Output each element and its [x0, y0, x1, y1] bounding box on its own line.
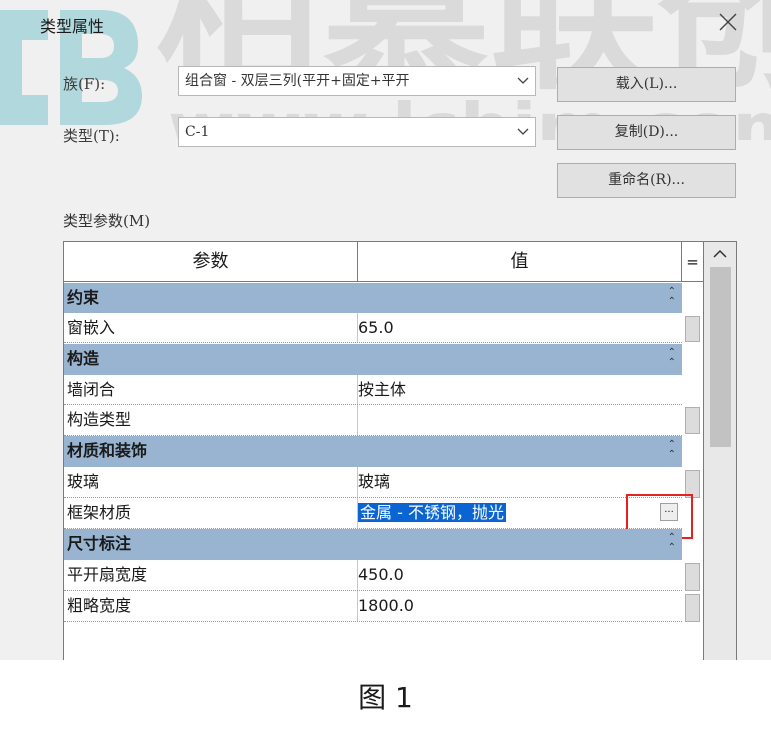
- load-button[interactable]: 载入(L)...: [557, 67, 736, 102]
- parameter-row[interactable]: 窗嵌入 65.0: [64, 313, 700, 343]
- type-parameters-label: 类型参数(M): [63, 212, 151, 230]
- type-parameters-table: 参数 值 = 约束 ⌃ ⌃ 窗嵌入 65.0 构造 ⌃ ⌃ 墙闭合 按主体 构造…: [63, 241, 737, 660]
- row-scroll-segment: [685, 563, 700, 591]
- parameter-name: 墙闭合: [67, 380, 116, 399]
- group-name: 构造: [67, 349, 100, 368]
- edit-material-button[interactable]: ...: [660, 503, 678, 521]
- parameter-row[interactable]: 构造类型: [64, 405, 700, 436]
- double-chevron-up-icon[interactable]: ⌃ ⌃: [668, 440, 676, 460]
- type-properties-dialog: 柏慕联创 www.lcbim.com 类型属性 族(F): 组合窗 - 双层三列…: [0, 0, 771, 660]
- family-dropdown[interactable]: 组合窗 - 双层三列(平开+固定+平开: [178, 66, 536, 96]
- vertical-scrollbar[interactable]: [703, 242, 736, 660]
- type-label: 类型(T):: [63, 127, 120, 145]
- group-header-constraints[interactable]: 约束 ⌃ ⌃: [64, 283, 682, 313]
- chevron-up-icon[interactable]: [712, 248, 728, 260]
- group-header-materials[interactable]: 材质和装饰 ⌃ ⌃: [64, 436, 682, 467]
- column-divider: [357, 405, 358, 435]
- rename-button[interactable]: 重命名(R)...: [557, 163, 736, 198]
- parameter-name: 框架材质: [67, 503, 132, 522]
- group-header-dimensions[interactable]: 尺寸标注 ⌃ ⌃: [64, 529, 682, 560]
- parameter-name: 粗略宽度: [67, 596, 132, 615]
- parameter-value[interactable]: 450.0: [358, 560, 404, 589]
- parameter-name: 玻璃: [67, 472, 100, 491]
- parameter-name: 构造类型: [67, 410, 132, 429]
- parameter-name: 平开扇宽度: [67, 565, 148, 584]
- close-icon[interactable]: [716, 10, 740, 34]
- row-scroll-segment: [685, 470, 700, 498]
- parameter-value[interactable]: 玻璃: [358, 467, 390, 496]
- scrollbar-thumb[interactable]: [710, 267, 731, 447]
- type-dropdown-value: C-1: [185, 124, 210, 140]
- parameter-value[interactable]: 65.0: [358, 313, 394, 342]
- double-chevron-up-icon[interactable]: ⌃ ⌃: [668, 348, 676, 368]
- double-chevron-up-icon[interactable]: ⌃ ⌃: [668, 287, 676, 307]
- duplicate-button[interactable]: 复制(D)...: [557, 115, 736, 150]
- formula-column-header[interactable]: =: [682, 242, 703, 282]
- parameter-value[interactable]: 按主体: [358, 375, 406, 404]
- chevron-down-icon: [517, 128, 529, 135]
- type-dropdown[interactable]: C-1: [178, 117, 536, 147]
- parameter-value-selected[interactable]: 金属 - 不锈钢，抛光: [358, 498, 506, 527]
- dialog-title: 类型属性: [40, 17, 105, 36]
- parameter-row[interactable]: 平开扇宽度 450.0: [64, 560, 700, 591]
- group-name: 尺寸标注: [67, 534, 132, 553]
- double-chevron-up-icon[interactable]: ⌃ ⌃: [668, 533, 676, 553]
- parameter-row-frame-material[interactable]: 框架材质 金属 - 不锈钢，抛光 ...: [64, 494, 693, 539]
- group-name: 约束: [67, 288, 100, 307]
- row-scroll-segment: [685, 407, 700, 434]
- family-dropdown-value: 组合窗 - 双层三列(平开+固定+平开: [185, 73, 410, 89]
- parameter-row[interactable]: 玻璃 玻璃: [64, 467, 700, 498]
- column-header-parameter[interactable]: 参数: [64, 242, 358, 282]
- row-scroll-segment: [685, 316, 700, 342]
- column-header-value[interactable]: 值: [358, 242, 682, 282]
- figure-caption: 图 1: [358, 681, 413, 714]
- parameter-value[interactable]: 1800.0: [358, 591, 414, 620]
- parameter-name: 窗嵌入: [67, 318, 116, 337]
- selected-value-text: 金属 - 不锈钢，抛光: [358, 503, 506, 522]
- parameter-row[interactable]: 墙闭合 按主体: [64, 375, 682, 405]
- parameter-row[interactable]: 粗略宽度 1800.0: [64, 591, 700, 622]
- chevron-down-icon: [517, 77, 529, 84]
- family-label: 族(F):: [63, 75, 106, 93]
- row-scroll-segment: [685, 594, 700, 622]
- group-name: 材质和装饰: [67, 441, 148, 460]
- group-header-construction[interactable]: 构造 ⌃ ⌃: [64, 344, 682, 375]
